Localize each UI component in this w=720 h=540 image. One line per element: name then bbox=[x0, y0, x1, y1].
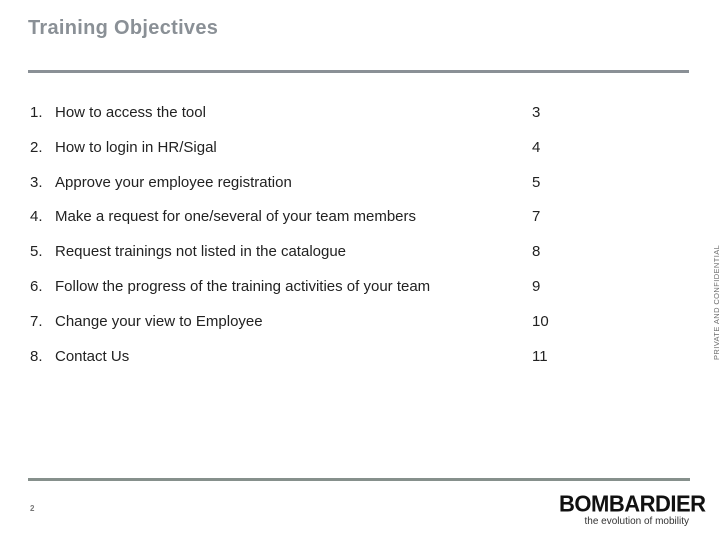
toc-item-label: Follow the progress of the training acti… bbox=[55, 277, 431, 295]
page-number: 2 bbox=[30, 504, 35, 513]
toc-item[interactable]: 5. Request trainings not listed in the c… bbox=[30, 243, 590, 278]
toc-item[interactable]: 2. How to login in HR/Sigal 4 bbox=[30, 139, 590, 174]
toc-item-label: Change your view to Employee bbox=[55, 312, 263, 330]
toc-item-page: 4 bbox=[532, 138, 541, 156]
toc-item-page: 11 bbox=[532, 347, 548, 365]
toc-item[interactable]: 6. Follow the progress of the training a… bbox=[30, 278, 590, 313]
toc-item-number: 1. bbox=[30, 104, 43, 121]
bottom-divider bbox=[28, 478, 690, 481]
toc-item-number: 7. bbox=[30, 312, 43, 330]
top-divider bbox=[28, 70, 689, 73]
page-title: Training Objectives bbox=[28, 17, 219, 39]
logo-tagline: the evolution of mobility bbox=[584, 516, 689, 527]
toc-item-label: Contact Us bbox=[55, 347, 130, 365]
toc-item-page: 3 bbox=[532, 104, 541, 121]
logo-wordmark: BOMBARDIER bbox=[559, 490, 706, 517]
toc-item-label: How to access the tool bbox=[55, 104, 206, 121]
confidential-label: PRIVATE AND CONFIDENTIAL bbox=[712, 244, 720, 360]
toc-item-label: Approve your employee registration bbox=[55, 173, 292, 191]
toc-item-label: Make a request for one/several of your t… bbox=[55, 208, 416, 226]
toc-item-number: 5. bbox=[30, 243, 43, 261]
toc-item-page: 10 bbox=[532, 312, 549, 330]
toc-item[interactable]: 4. Make a request for one/several of you… bbox=[30, 208, 590, 243]
toc-item-page: 7 bbox=[532, 208, 541, 226]
toc-item[interactable]: 3. Approve your employee registration 5 bbox=[30, 174, 590, 209]
toc-item[interactable]: 7. Change your view to Employee 10 bbox=[30, 313, 590, 348]
toc-item-page: 5 bbox=[532, 173, 541, 191]
toc-item-number: 6. bbox=[30, 277, 43, 295]
toc-item-number: 8. bbox=[30, 347, 43, 365]
toc-item-label: How to login in HR/Sigal bbox=[55, 138, 217, 156]
toc-item[interactable]: 1. How to access the tool 3 bbox=[30, 104, 590, 139]
bombardier-logo: BOMBARDIER the evolution of mobility bbox=[559, 490, 706, 527]
toc-item-label: Request trainings not listed in the cata… bbox=[55, 243, 347, 261]
toc-item[interactable]: 8. Contact Us 11 bbox=[30, 348, 590, 383]
toc-item-number: 2. bbox=[30, 138, 43, 156]
toc-item-number: 3. bbox=[30, 173, 43, 191]
toc-item-number: 4. bbox=[30, 208, 43, 226]
toc-item-page: 9 bbox=[532, 277, 541, 295]
confidentiality-notice: PRIVATE AND CONFIDENTIAL © Bombardier In… bbox=[712, 170, 720, 380]
table-of-contents: 1. How to access the tool 3 2. How to lo… bbox=[30, 104, 590, 382]
toc-item-page: 8 bbox=[532, 243, 541, 261]
